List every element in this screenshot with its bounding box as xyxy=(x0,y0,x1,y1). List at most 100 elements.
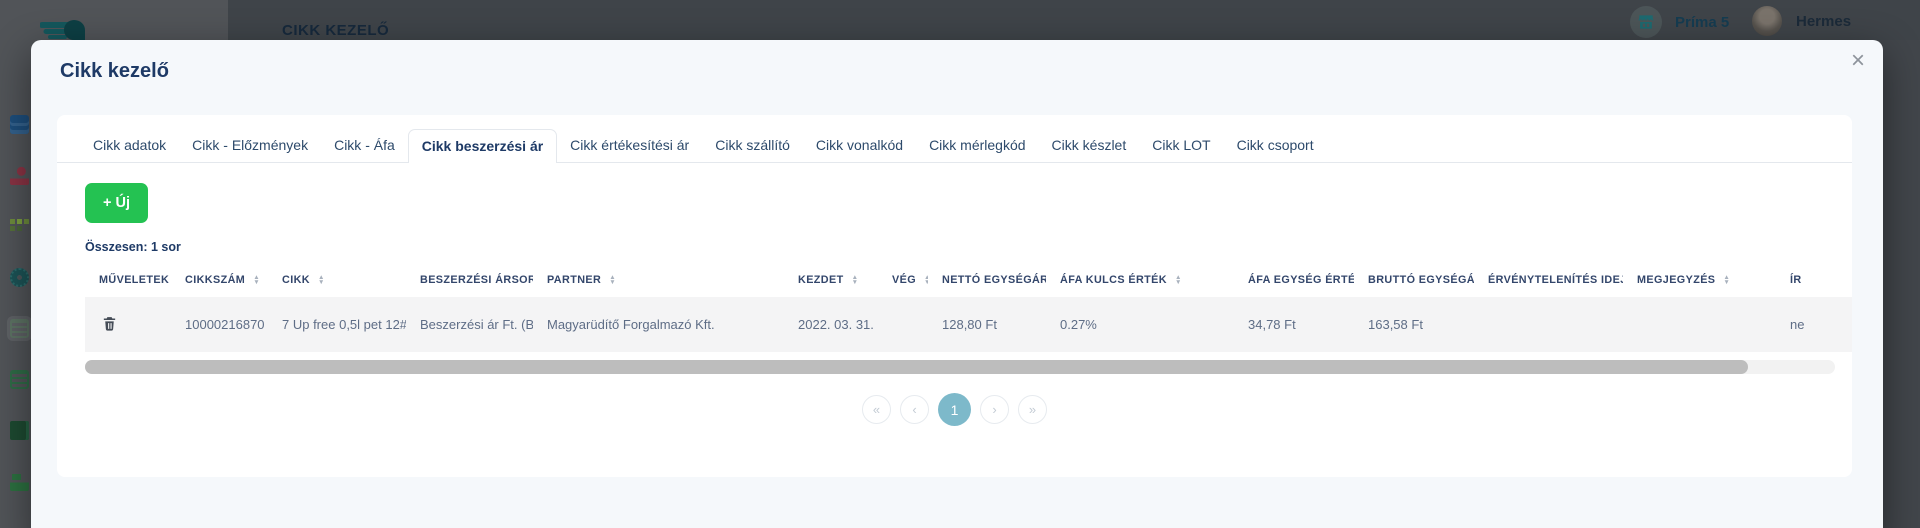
horizontal-scrollbar[interactable] xyxy=(85,360,1835,374)
modules-grid-icon xyxy=(10,217,29,236)
sidebar-item-cashier xyxy=(7,163,32,188)
list-clipboard-icon xyxy=(10,421,29,440)
cell-cikksz-m: 10000216870 xyxy=(171,297,268,352)
pagination-prev-button[interactable]: ‹ xyxy=(900,395,929,424)
column-header-megjegyz-s[interactable]: MEGJEGYZÉS ▲ ▼ xyxy=(1623,263,1776,297)
page-title: CIKK KEZELŐ xyxy=(282,22,390,39)
tab-bar: Cikk adatok Cikk - Előzmények Cikk - Áfa Ci… xyxy=(57,115,1852,163)
pagination-first-button[interactable]: « xyxy=(862,395,891,424)
column-label: PARTNER xyxy=(547,274,602,286)
sidebar-item-news xyxy=(7,112,32,137)
tab-cikk-beszerz-si-r[interactable]: Cikk beszerzési ár xyxy=(407,129,558,163)
column-header-v-g[interactable]: VÉG ▲ ▼ xyxy=(878,263,928,297)
store-name-label: Príma 5 xyxy=(1675,13,1730,31)
cell-v-g xyxy=(878,297,928,352)
tab-cikk-csoport[interactable]: Cikk csoport xyxy=(1224,129,1327,162)
price-table-wrap: MŰVELETEK CIKKSZÁM ▲ ▼ CIKK ▲ ▼ BESZERZÉSI ÁRSO… xyxy=(85,263,1852,352)
column-label: ÁFA EGYSÉG ÉRTÉK xyxy=(1248,274,1354,286)
storefront-icon xyxy=(1630,6,1662,38)
column-label: ÉRVÉNYTELENÍTÉS IDEJE xyxy=(1488,274,1623,286)
cell-m-veletek xyxy=(85,297,171,352)
column-header-partner[interactable]: PARTNER ▲ ▼ xyxy=(533,263,784,297)
column-header-rv-nytelen-t-s-ideje[interactable]: ÉRVÉNYTELENÍTÉS IDEJE▲▼ xyxy=(1474,263,1623,297)
column-label: KEZDET xyxy=(798,274,844,286)
tab-cikk-fa[interactable]: Cikk - Áfa xyxy=(321,129,408,162)
sort-icon[interactable]: ▲ ▼ xyxy=(609,274,616,286)
price-table: MŰVELETEK CIKKSZÁM ▲ ▼ CIKK ▲ ▼ BESZERZÉSI ÁRSO… xyxy=(85,263,1852,352)
production-gear-icon xyxy=(10,268,29,287)
pagination-page-1-button[interactable]: 1 xyxy=(938,393,971,426)
column-header-beszerz-si-rsor[interactable]: BESZERZÉSI ÁRSOR▲▼ xyxy=(406,263,533,297)
cash-register-icon xyxy=(10,472,29,491)
cell-nett-egys-g-r: 128,80 Ft xyxy=(928,297,1046,352)
sort-icon[interactable]: ▲ ▼ xyxy=(924,274,928,286)
tab-cikk-sz-ll-t[interactable]: Cikk szállító xyxy=(702,129,803,162)
add-new-button[interactable]: + Új xyxy=(85,183,148,223)
column-label: CIKK xyxy=(282,274,310,286)
cell-fa-egys-g-rt-k: 34,78 Ft xyxy=(1234,297,1354,352)
sort-icon[interactable]: ▲ ▼ xyxy=(318,274,325,286)
tab-cikk-vonalk-d[interactable]: Cikk vonalkód xyxy=(803,129,916,162)
cell-fa-kulcs-rt-k: 0.27% xyxy=(1046,297,1234,352)
sort-icon[interactable]: ▲ ▼ xyxy=(852,274,859,286)
cell-megjegyz-s xyxy=(1623,297,1776,352)
column-header-fa-egys-g-rt-k[interactable]: ÁFA EGYSÉG ÉRTÉK▲▼ xyxy=(1234,263,1354,297)
modal-title: Cikk kezelő xyxy=(60,60,169,82)
column-header-nett-egys-g-r[interactable]: NETTÓ EGYSÉGÁR▲▼ xyxy=(928,263,1046,297)
cell-brutt-egys-g-r: 163,58 Ft xyxy=(1354,297,1474,352)
table-row: 10000216870 7 Up free 0,5l pet 12# Beszerz… xyxy=(85,297,1852,352)
column-label: ÍR xyxy=(1790,274,1802,286)
sidebar-item-production xyxy=(7,265,32,290)
tab-cikk-el-zm-nyek[interactable]: Cikk - Előzmények xyxy=(179,129,321,162)
pagination-next-button[interactable]: › xyxy=(980,395,1009,424)
column-header-fa-kulcs-rt-k[interactable]: ÁFA KULCS ÉRTÉK ▲ ▼ xyxy=(1046,263,1234,297)
column-header-kezdet[interactable]: KEZDET ▲ ▼ xyxy=(784,263,878,297)
news-icon xyxy=(10,115,29,134)
column-label: BESZERZÉSI ÁRSOR xyxy=(420,274,533,286)
sort-icon[interactable]: ▲ ▼ xyxy=(253,274,260,286)
column-label: CIKKSZÁM xyxy=(185,274,246,286)
column-label: VÉG xyxy=(892,274,917,286)
tab-cikk-m-rlegk-d[interactable]: Cikk mérlegkód xyxy=(916,129,1038,162)
sidebar-item-modules xyxy=(7,214,32,239)
cell-cikk: 7 Up free 0,5l pet 12# xyxy=(268,297,406,352)
delete-row-button[interactable] xyxy=(99,313,120,337)
scrollbar-thumb[interactable] xyxy=(85,360,1748,374)
sidebar-item-lists xyxy=(7,418,32,443)
cell-partner: Magyarüdítő Forgalmazó Kft. xyxy=(533,297,784,352)
cashier-icon xyxy=(10,166,29,185)
column-label: ÁFA KULCS ÉRTÉK xyxy=(1060,274,1167,286)
trash-icon xyxy=(103,316,116,331)
table-grid-icon-2 xyxy=(10,370,29,389)
cell-beszerz-si-rsor: Beszerzési ár Ft. (B) xyxy=(406,297,533,352)
sort-icon[interactable]: ▲ ▼ xyxy=(1723,274,1730,286)
column-header-brutt-egys-g-r[interactable]: BRUTTÓ EGYSÉGÁR▲▼ xyxy=(1354,263,1474,297)
column-header-cikk[interactable]: CIKK ▲ ▼ xyxy=(268,263,406,297)
tab-cikk-k-szlet[interactable]: Cikk készlet xyxy=(1039,129,1140,162)
column-label: BRUTTÓ EGYSÉGÁR xyxy=(1368,274,1474,286)
column-header-m-veletek: MŰVELETEK xyxy=(85,263,171,297)
sidebar-item-articles xyxy=(7,316,32,341)
column-header-cikksz-m[interactable]: CIKKSZÁM ▲ ▼ xyxy=(171,263,268,297)
sidebar-item-tables xyxy=(7,367,32,392)
column-label: MŰVELETEK xyxy=(99,274,170,286)
pagination: « ‹ 1 › » xyxy=(57,393,1852,426)
user-name-label: Hermes xyxy=(1796,12,1852,30)
column-header-r: ÍR xyxy=(1776,263,1852,297)
table-header-row: MŰVELETEK CIKKSZÁM ▲ ▼ CIKK ▲ ▼ BESZERZÉSI ÁRSO… xyxy=(85,263,1852,297)
cell-kezdet: 2022. 03. 31. xyxy=(784,297,878,352)
user-menu: Hermes xyxy=(1752,6,1851,36)
tab-cikk-rt-kes-t-si-r[interactable]: Cikk értékesítési ár xyxy=(557,129,702,162)
table-grid-icon xyxy=(10,319,29,338)
column-label: MEGJEGYZÉS xyxy=(1637,274,1716,286)
sort-icon[interactable]: ▲ ▼ xyxy=(1175,274,1182,286)
pagination-last-button[interactable]: » xyxy=(1018,395,1047,424)
tab-cikk-lot[interactable]: Cikk LOT xyxy=(1139,129,1223,162)
close-icon[interactable]: × xyxy=(1845,43,1871,79)
cell-rv-nytelen-t-s-ideje xyxy=(1474,297,1623,352)
tab-cikk-adatok[interactable]: Cikk adatok xyxy=(80,129,179,162)
sidebar-item-register xyxy=(7,469,32,494)
column-label: NETTÓ EGYSÉGÁR xyxy=(942,274,1046,286)
modal-content-card: Cikk adatok Cikk - Előzmények Cikk - Áfa Ci… xyxy=(57,115,1852,477)
row-count-summary: Összesen: 1 sor xyxy=(85,240,181,254)
